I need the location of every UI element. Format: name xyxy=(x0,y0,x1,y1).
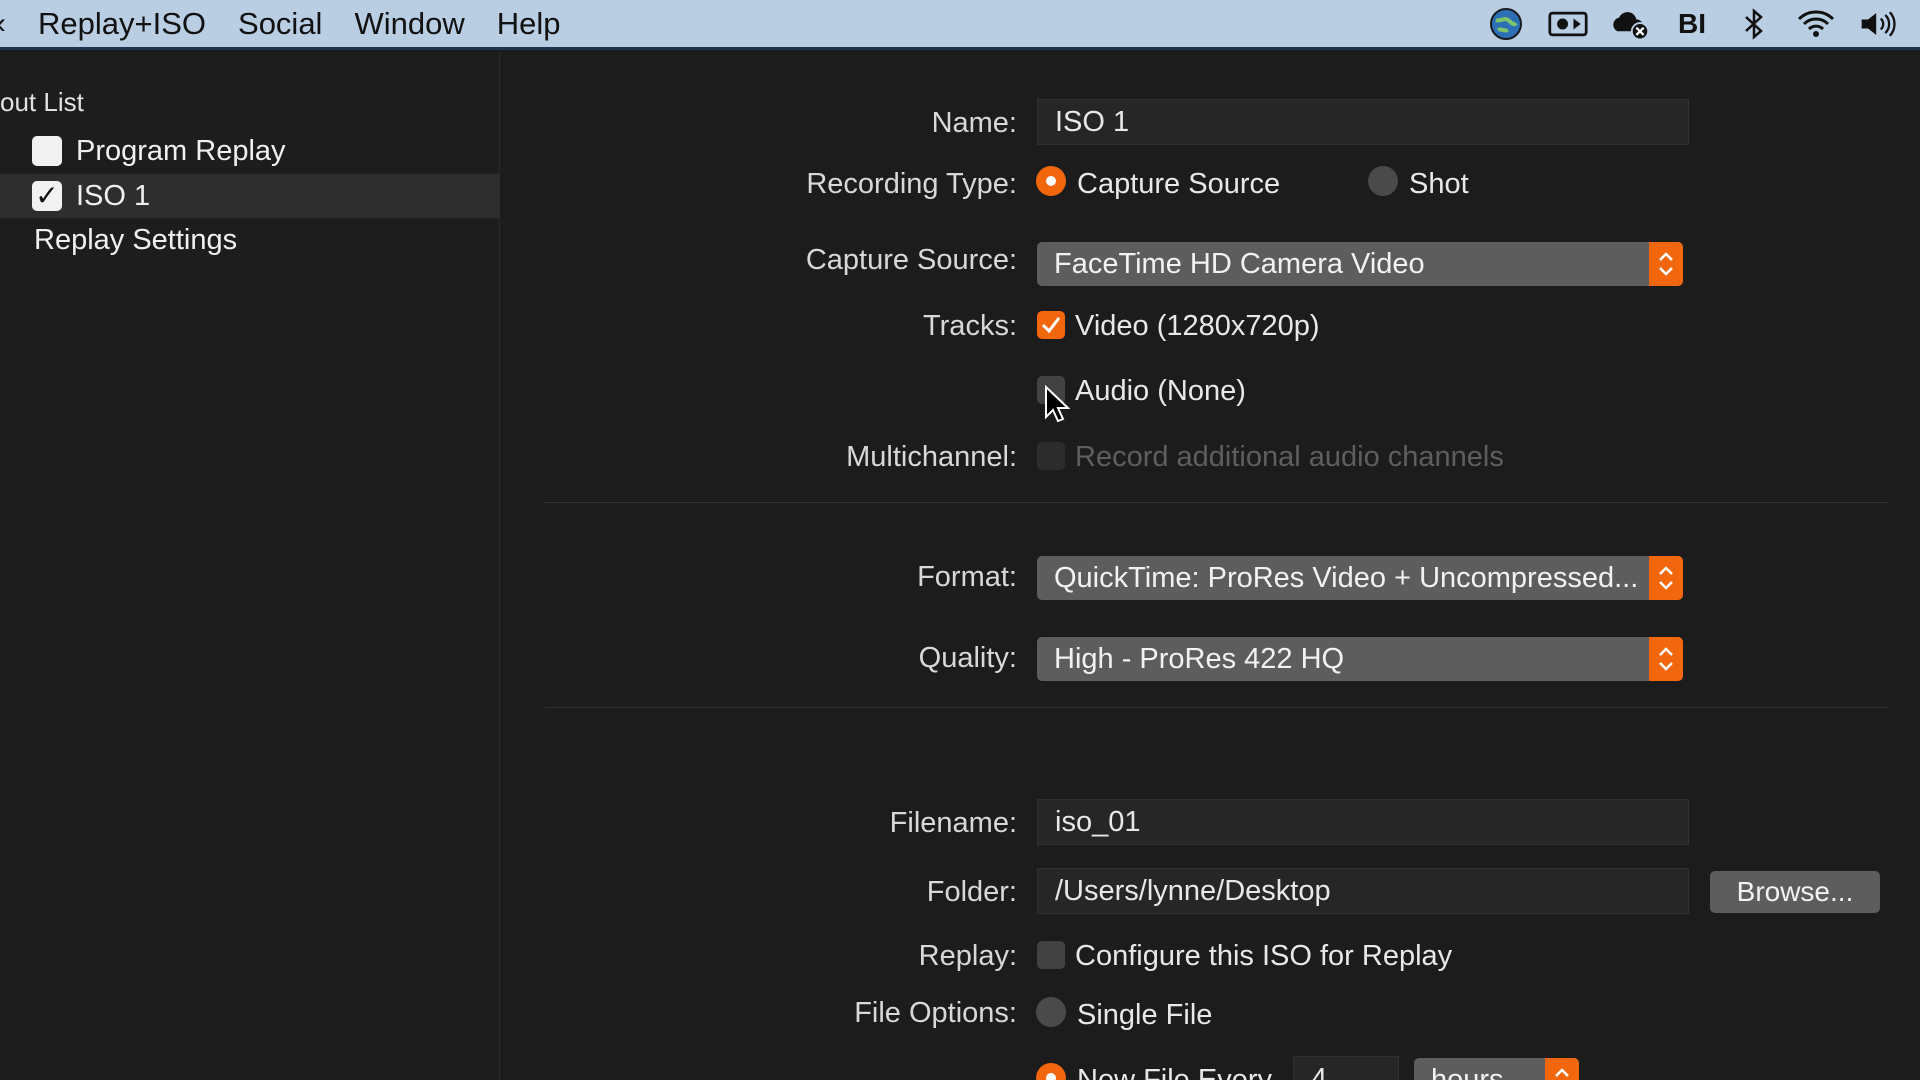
capture-source-label: Capture Source: xyxy=(805,244,1017,276)
video-track-label: Video (1280x720p) xyxy=(1075,310,1320,342)
checkmark-icon xyxy=(1041,317,1061,334)
wifi-icon[interactable] xyxy=(1796,6,1836,42)
chevron-updown-icon xyxy=(1649,556,1683,600)
format-value: QuickTime: ProRes Video + Uncompressed..… xyxy=(1054,562,1639,594)
single-file-radio[interactable] xyxy=(1036,997,1066,1027)
name-label: Name: xyxy=(931,107,1017,139)
menu-replay-iso[interactable]: Replay+ISO xyxy=(38,6,206,42)
menu-window[interactable]: Window xyxy=(354,6,464,42)
format-popup[interactable]: QuickTime: ProRes Video + Uncompressed..… xyxy=(1037,556,1683,600)
interval-field[interactable]: 4 xyxy=(1293,1056,1399,1080)
capture-source-popup[interactable]: FaceTime HD Camera Video xyxy=(1037,242,1683,286)
sidebar-item-replay-settings[interactable]: Replay Settings xyxy=(34,224,237,257)
globe-icon[interactable] xyxy=(1486,6,1526,42)
shot-radio[interactable] xyxy=(1368,166,1398,196)
file-options-label: File Options: xyxy=(854,997,1017,1029)
audio-track-label: Audio (None) xyxy=(1075,375,1246,407)
settings-panel: Name: ISO 1 Recording Type: Capture Sour… xyxy=(500,53,1920,1080)
menu-bar: ‹ Replay+ISO Social Window Help BI xyxy=(0,0,1920,50)
sidebar-header: out List xyxy=(0,87,84,117)
menu-lead-glyph: ‹ xyxy=(0,7,6,41)
sidebar-item-iso-1[interactable]: ✓ ISO 1 xyxy=(0,174,500,218)
sidebar-item-label: Program Replay xyxy=(76,134,286,167)
multichannel-checkbox[interactable] xyxy=(1037,442,1065,470)
bi-text: BI xyxy=(1678,7,1706,39)
replay-option-label: Configure this ISO for Replay xyxy=(1075,940,1453,972)
capture-source-value: FaceTime HD Camera Video xyxy=(1054,248,1425,280)
multichannel-option-label: Record additional audio channels xyxy=(1075,441,1504,473)
status-icons: BI xyxy=(1486,0,1920,47)
format-label: Format: xyxy=(917,561,1017,593)
chevron-updown-icon xyxy=(1649,242,1683,286)
filename-label: Filename: xyxy=(889,807,1017,839)
chevron-updown-icon xyxy=(1545,1058,1579,1080)
bi-icon[interactable]: BI xyxy=(1672,6,1712,42)
menu-social[interactable]: Social xyxy=(238,6,322,42)
volume-icon[interactable] xyxy=(1858,6,1898,42)
sidebar: out List Program Replay ✓ ISO 1 Replay S… xyxy=(0,53,500,1080)
sidebar-item-program-replay[interactable]: Program Replay xyxy=(0,129,500,173)
chevron-updown-icon xyxy=(1649,637,1683,681)
video-track-checkbox[interactable] xyxy=(1037,311,1065,339)
sidebar-item-label: ISO 1 xyxy=(76,179,151,212)
divider xyxy=(545,502,1888,503)
menu-help[interactable]: Help xyxy=(497,6,561,42)
replay-checkbox[interactable] xyxy=(1037,941,1065,969)
shot-option-label: Shot xyxy=(1409,168,1469,200)
new-file-every-label: New File Every xyxy=(1077,1064,1272,1080)
checkmark-icon: ✓ xyxy=(35,180,59,211)
program-replay-checkbox[interactable] xyxy=(32,136,62,166)
cloud-error-icon[interactable] xyxy=(1610,6,1650,42)
bluetooth-icon[interactable] xyxy=(1734,6,1774,42)
iso-1-checkbox[interactable]: ✓ xyxy=(32,181,62,211)
recording-type-label: Recording Type: xyxy=(806,168,1017,200)
filename-field[interactable]: iso_01 xyxy=(1037,799,1689,845)
replay-label: Replay: xyxy=(918,940,1017,972)
quality-value: High - ProRes 422 HQ xyxy=(1054,643,1345,675)
multichannel-label: Multichannel: xyxy=(846,441,1017,473)
single-file-label: Single File xyxy=(1077,999,1213,1031)
divider xyxy=(545,707,1888,708)
quality-popup[interactable]: High - ProRes 422 HQ xyxy=(1037,637,1683,681)
quality-label: Quality: xyxy=(918,642,1017,674)
folder-label: Folder: xyxy=(926,876,1017,908)
new-file-every-radio[interactable] xyxy=(1036,1063,1066,1080)
mouse-cursor-icon xyxy=(1045,385,1070,423)
capture-source-option-label: Capture Source xyxy=(1077,168,1281,200)
folder-field[interactable]: /Users/lynne/Desktop xyxy=(1037,868,1689,914)
capture-source-radio[interactable] xyxy=(1036,166,1066,196)
name-field[interactable]: ISO 1 xyxy=(1037,99,1689,145)
interval-unit-value: hours xyxy=(1431,1064,1504,1080)
camera-record-icon[interactable] xyxy=(1548,6,1588,42)
tracks-label: Tracks: xyxy=(923,310,1017,342)
interval-unit-popup[interactable]: hours xyxy=(1414,1058,1579,1080)
browse-button[interactable]: Browse... xyxy=(1710,871,1880,913)
